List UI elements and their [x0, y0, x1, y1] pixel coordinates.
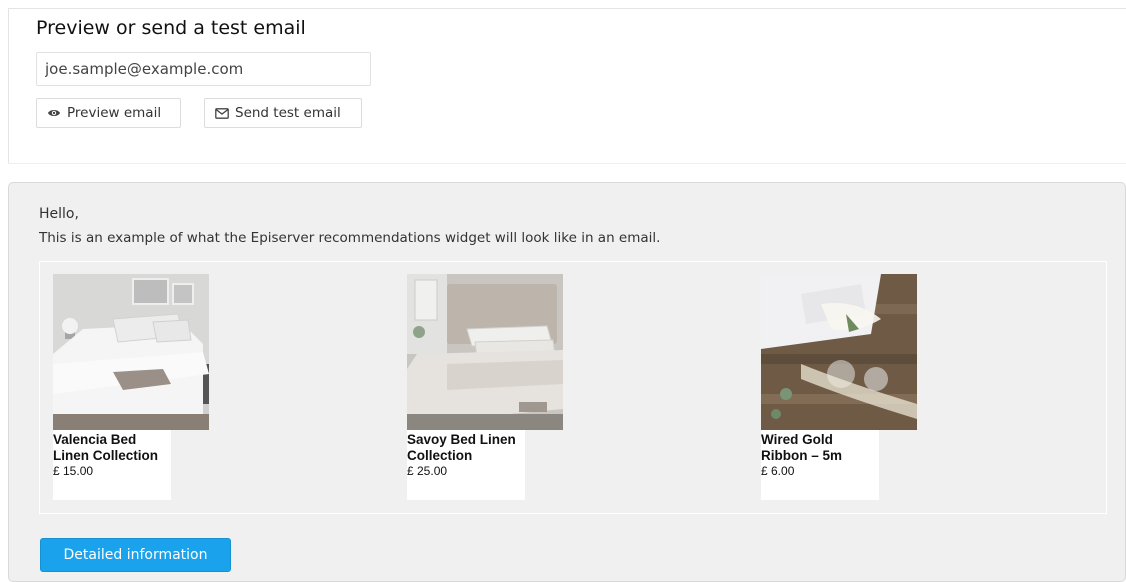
page-title: Preview or send a test email [36, 17, 306, 39]
product-image-bed-linen[interactable] [407, 274, 563, 430]
product-name[interactable]: Wired Gold Ribbon – 5m [761, 432, 879, 464]
product-card[interactable]: Savoy Bed Linen Collection £ 25.00 [407, 274, 564, 500]
product-info: Wired Gold Ribbon – 5m £ 6.00 [761, 430, 879, 500]
eye-icon [47, 108, 61, 118]
product-price: £ 15.00 [53, 464, 94, 478]
product-image-ribbon[interactable] [761, 274, 917, 430]
product-card[interactable]: Valencia Bed Linen Collection £ 15.00 [53, 274, 210, 500]
product-name[interactable]: Valencia Bed Linen Collection [53, 432, 171, 464]
envelope-icon [215, 107, 229, 119]
detailed-information-button[interactable]: Detailed information [40, 538, 231, 572]
product-image-bed-linen[interactable] [53, 274, 209, 430]
intro-text: This is an example of what the Episerver… [39, 230, 661, 246]
send-test-email-button[interactable]: Send test email [204, 98, 362, 128]
greeting-text: Hello, [39, 206, 79, 222]
detailed-information-label: Detailed information [63, 547, 208, 563]
product-info: Savoy Bed Linen Collection £ 25.00 [407, 430, 525, 500]
section-divider [8, 163, 1126, 164]
send-test-email-label: Send test email [235, 105, 341, 121]
product-price: £ 25.00 [407, 464, 448, 478]
preview-email-button[interactable]: Preview email [36, 98, 181, 128]
product-price: £ 6.00 [761, 464, 795, 478]
product-name[interactable]: Savoy Bed Linen Collection [407, 432, 525, 464]
email-field[interactable] [36, 52, 371, 86]
preview-email-label: Preview email [67, 105, 162, 121]
product-card[interactable]: Wired Gold Ribbon – 5m £ 6.00 [761, 274, 918, 500]
product-info: Valencia Bed Linen Collection £ 15.00 [53, 430, 171, 500]
